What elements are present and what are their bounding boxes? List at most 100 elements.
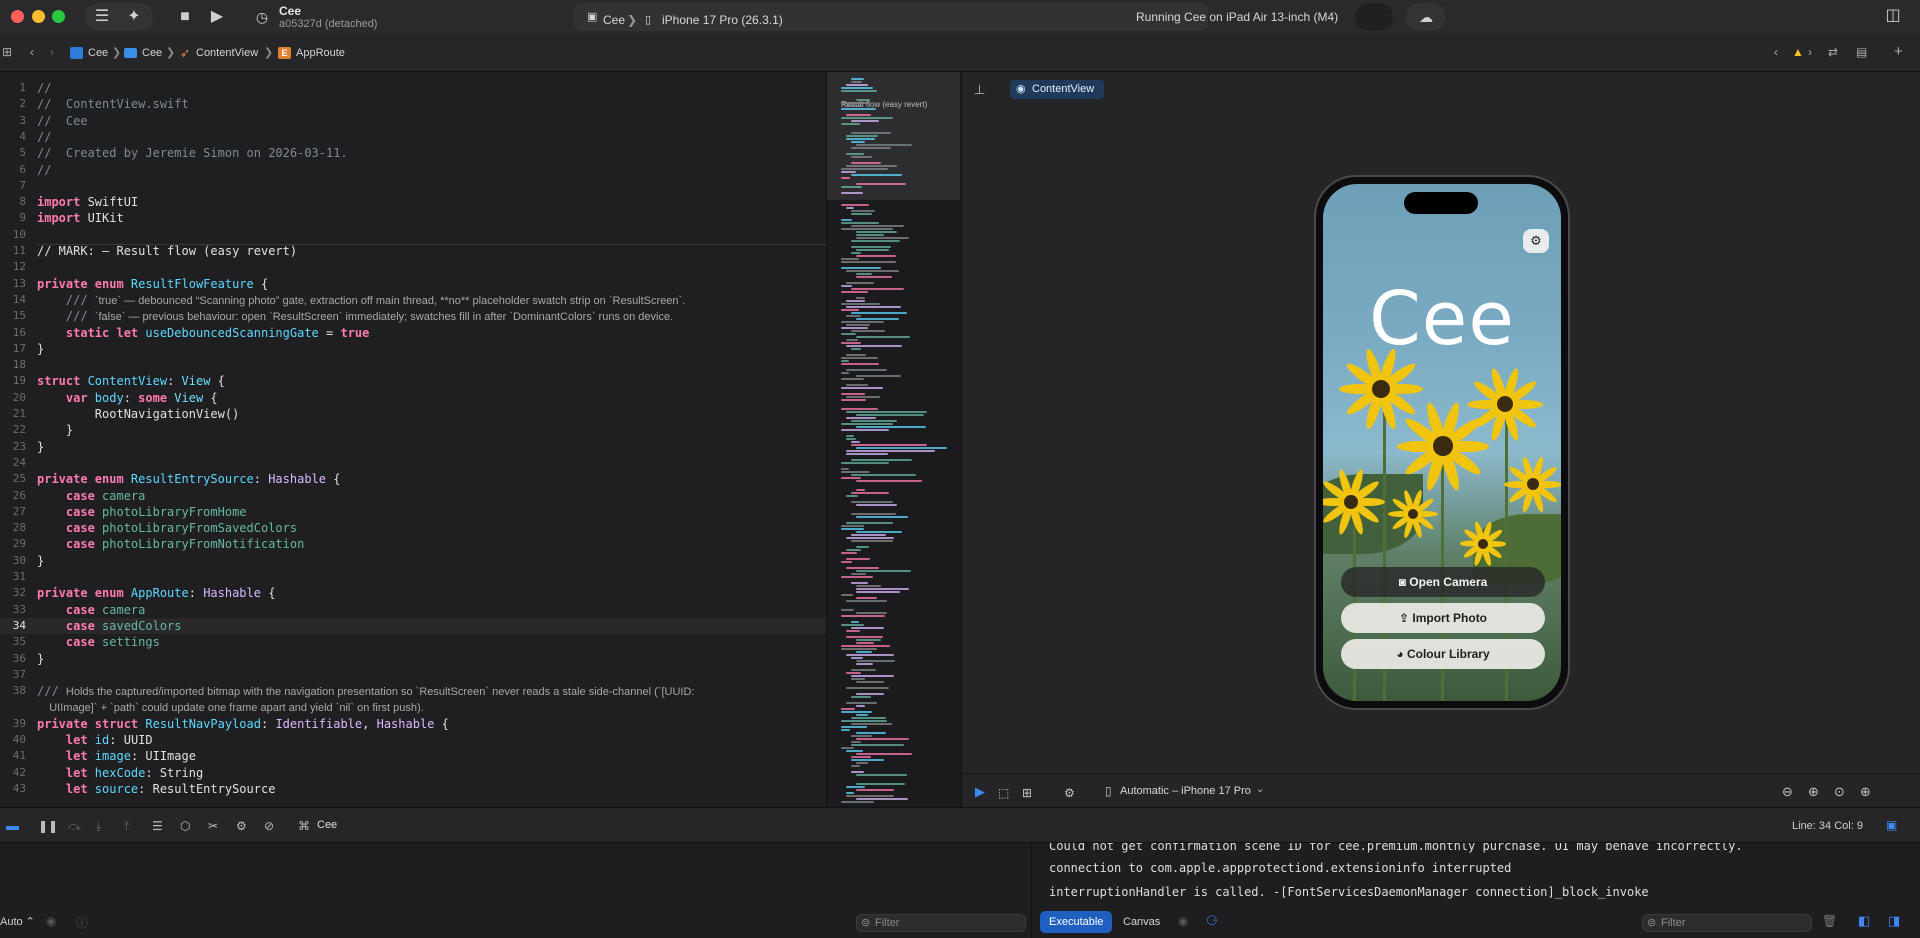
back-icon[interactable]: ‹ xyxy=(30,45,34,59)
code-line[interactable]: 26 case camera xyxy=(0,488,826,504)
open-camera-button[interactable]: ◙ Open Camera xyxy=(1341,567,1545,597)
line-number[interactable]: 10 xyxy=(0,227,26,243)
trash-icon[interactable]: 🗑 xyxy=(1822,914,1837,928)
live-mode-icon[interactable]: ▶ xyxy=(975,784,985,800)
environment-overrides-icon[interactable]: ⚙ xyxy=(236,819,247,833)
zoom-window-button[interactable] xyxy=(52,10,65,23)
select-mode-icon[interactable]: ⬚ xyxy=(998,786,1009,800)
eye-icon[interactable]: ◉ xyxy=(46,914,56,928)
code-line[interactable]: 39 private struct ResultNavPayload: Ident… xyxy=(0,716,826,732)
line-number[interactable]: 39 xyxy=(0,716,26,732)
minimize-window-button[interactable] xyxy=(32,10,45,23)
line-number[interactable]: 24 xyxy=(0,455,26,471)
variables-scope-select[interactable]: Auto ⌃ xyxy=(0,915,35,928)
breadcrumb-symbol[interactable]: AppRoute xyxy=(296,47,345,59)
step-out-icon[interactable]: ⤒ xyxy=(124,819,129,834)
line-number[interactable]: 15 xyxy=(0,308,26,324)
view-hierarchy-icon[interactable]: ☰ xyxy=(152,819,163,833)
preview-tab[interactable]: ◉ ContentView xyxy=(1010,80,1105,99)
device-preview-icon[interactable]: ⚆ xyxy=(1206,913,1218,929)
code-line[interactable]: 37 xyxy=(0,667,826,683)
source-editor[interactable]: 1 // 2 // ContentView.swift 3 // Cee 4 // 5 // Cr… xyxy=(0,72,826,807)
code-line[interactable]: 25 private enum ResultEntrySource: Hashab… xyxy=(0,471,826,487)
line-number[interactable]: 13 xyxy=(0,276,26,292)
line-number[interactable]: 9 xyxy=(0,210,26,226)
line-number[interactable]: 8 xyxy=(0,194,26,210)
pause-icon[interactable]: ❚❚ xyxy=(38,819,58,833)
code-line[interactable]: 35 case settings xyxy=(0,634,826,650)
zoom-out-icon[interactable]: ⊖ xyxy=(1782,784,1793,800)
simulate-location-icon[interactable]: ✂ xyxy=(208,819,218,833)
tab-executable[interactable]: Executable xyxy=(1040,911,1113,933)
swap-editors-icon[interactable]: ⇄ xyxy=(1828,45,1838,59)
code-line[interactable]: 16 static let useDebouncedScanningGate =… xyxy=(0,325,826,341)
step-over-icon[interactable]: ⤼ xyxy=(68,819,81,834)
chevron-down-icon[interactable]: ⌄ xyxy=(1256,784,1264,795)
line-number[interactable]: 37 xyxy=(0,667,26,683)
line-number[interactable]: 5 xyxy=(0,145,26,161)
code-line[interactable]: 34 case savedColors xyxy=(0,617,826,634)
line-number[interactable]: 28 xyxy=(0,520,26,536)
code-line[interactable]: 3 // Cee xyxy=(0,113,826,129)
coding-assistant-icon[interactable]: ✦ xyxy=(121,7,147,27)
app-screen[interactable]: ⚙ Cee ◙ Open Camera ⇪ Import Photo ◕ Col… xyxy=(1323,184,1561,701)
code-line[interactable]: 17} xyxy=(0,341,826,357)
code-line[interactable]: 38 /// Holds the captured/imported bitmap… xyxy=(0,683,826,699)
minimap[interactable]: Result flow (easy revert) xyxy=(826,72,960,807)
info-icon[interactable]: ⓘ xyxy=(76,914,88,931)
stop-icon[interactable]: ■ xyxy=(175,7,195,27)
breadcrumb-group[interactable]: Cee xyxy=(142,47,162,59)
line-number[interactable]: 1 xyxy=(0,80,26,96)
code-line[interactable]: 20 var body: some View { xyxy=(0,390,826,406)
line-number[interactable]: 31 xyxy=(0,569,26,585)
tab-canvas[interactable]: Canvas xyxy=(1114,911,1169,933)
line-number[interactable]: 32 xyxy=(0,585,26,601)
history-icon[interactable]: ◷ xyxy=(253,7,271,27)
variants-icon[interactable]: ⊞ xyxy=(1022,786,1032,800)
console-filter-input[interactable]: ⊜ Filter xyxy=(1642,914,1812,932)
scheme-name[interactable]: Cee xyxy=(279,4,301,18)
code-line[interactable]: 33 case camera xyxy=(0,602,826,618)
zoom-to-fit-icon[interactable]: ⊕ xyxy=(1808,784,1819,800)
code-line[interactable]: 9 import UIKit xyxy=(0,210,826,226)
run-destination-device[interactable]: iPhone 17 Pro (26.3.1) xyxy=(662,13,783,27)
code-line[interactable]: 2 // ContentView.swift xyxy=(0,96,826,112)
colour-library-button[interactable]: ◕ Colour Library xyxy=(1341,639,1545,669)
line-number[interactable]: 25 xyxy=(0,471,26,487)
line-number[interactable]: 14 xyxy=(0,292,26,308)
settings-gear-icon[interactable]: ⚙ xyxy=(1523,229,1549,253)
code-line[interactable]: 11 // MARK: — Result flow (easy revert) xyxy=(0,243,826,259)
line-number[interactable]: 41 xyxy=(0,748,26,764)
cloud-icon[interactable]: ☁ xyxy=(1416,7,1436,27)
simulate-location-arrow-icon[interactable]: ⊘ xyxy=(264,819,274,833)
code-line[interactable]: 18 xyxy=(0,357,826,373)
line-number[interactable]: 23 xyxy=(0,439,26,455)
code-line[interactable]: 21 RootNavigationView() xyxy=(0,406,826,422)
code-line[interactable]: 12 xyxy=(0,259,826,275)
pin-icon[interactable]: ⊥ xyxy=(974,82,985,98)
line-number[interactable]: 6 xyxy=(0,162,26,178)
previous-issue-icon[interactable]: ‹ xyxy=(1774,45,1778,59)
debug-target[interactable]: Cee xyxy=(317,819,337,831)
code-line[interactable]: 43 let source: ResultEntrySource xyxy=(0,781,826,797)
add-editor-icon[interactable]: + xyxy=(1894,43,1903,60)
zoom-in-icon[interactable]: ⊕ xyxy=(1860,784,1871,800)
code-line[interactable]: 41 let image: UIImage xyxy=(0,748,826,764)
inspector-toggle-icon[interactable]: ◫ xyxy=(1881,6,1905,26)
editor-options-icon[interactable]: ▤ xyxy=(1856,45,1867,59)
code-line[interactable]: 23} xyxy=(0,439,826,455)
related-items-icon[interactable]: ⊞ xyxy=(2,45,12,59)
run-destination-scheme[interactable]: Cee xyxy=(603,13,625,27)
code-line[interactable]: 29 case photoLibraryFromNotification xyxy=(0,536,826,552)
eye-icon[interactable]: ◉ xyxy=(1178,914,1188,928)
left-pane-toggle-icon[interactable]: ◧ xyxy=(1858,913,1870,929)
step-into-icon[interactable]: ⤓ xyxy=(96,819,101,834)
line-number[interactable]: 30 xyxy=(0,553,26,569)
code-line[interactable]: 19 struct ContentView: View { xyxy=(0,373,826,389)
line-number[interactable]: 43 xyxy=(0,781,26,797)
code-line[interactable]: 14 /// `true` — debounced “Scanning phot… xyxy=(0,292,826,308)
code-line[interactable]: 31 xyxy=(0,569,826,585)
close-window-button[interactable] xyxy=(11,10,24,23)
line-number[interactable]: 21 xyxy=(0,406,26,422)
device-menu[interactable]: Automatic – iPhone 17 Pro xyxy=(1120,785,1251,797)
